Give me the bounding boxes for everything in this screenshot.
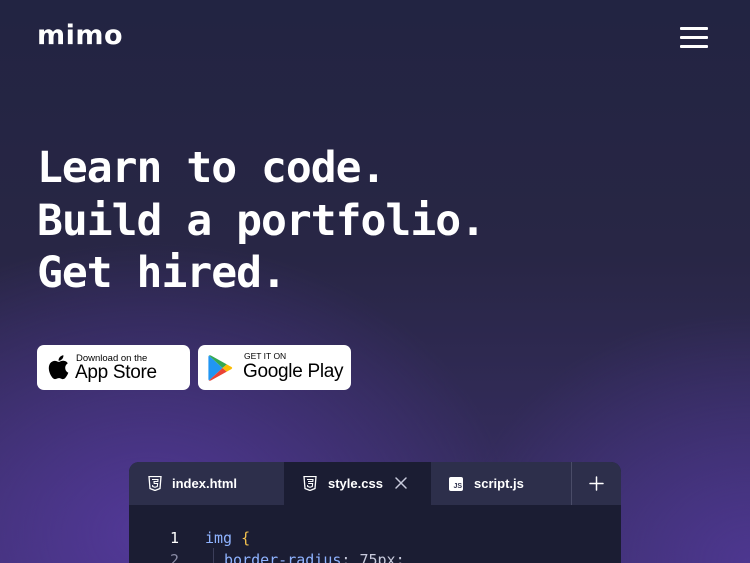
hero-heading: Learn to code. Build a portfolio. Get hi… bbox=[37, 142, 486, 300]
apple-logo-icon bbox=[48, 355, 69, 380]
google-play-big-text: Google Play bbox=[243, 361, 344, 382]
app-store-big-text: App Store bbox=[75, 362, 157, 383]
tab-label: index.html bbox=[172, 476, 238, 491]
tab-script-js[interactable]: JS script.js bbox=[431, 462, 571, 505]
colon: : bbox=[341, 551, 351, 563]
tab-style-css[interactable]: style.css bbox=[284, 462, 431, 505]
menu-bar bbox=[680, 45, 708, 48]
css-selector: img bbox=[205, 529, 233, 547]
google-play-logo-icon bbox=[208, 355, 233, 381]
indent-guide bbox=[213, 548, 214, 563]
line-number: 2 bbox=[169, 551, 179, 563]
css3-icon bbox=[303, 476, 317, 491]
editor-tab-bar: index.html style.css JS script.js bbox=[129, 462, 621, 505]
hamburger-menu-icon[interactable] bbox=[678, 26, 710, 50]
css-property: border-radius bbox=[224, 551, 342, 563]
menu-bar bbox=[680, 27, 708, 30]
hero-line: Get hired. bbox=[37, 248, 287, 298]
code-text: border-radius: 75px; bbox=[224, 551, 405, 563]
css-value: 75px; bbox=[359, 551, 405, 563]
open-brace: { bbox=[241, 529, 251, 547]
add-tab-button[interactable] bbox=[572, 462, 621, 505]
html5-icon bbox=[148, 476, 162, 491]
code-text: img { bbox=[205, 529, 250, 547]
tab-index-html[interactable]: index.html bbox=[129, 462, 284, 505]
close-icon[interactable] bbox=[393, 475, 409, 491]
tab-label: style.css bbox=[328, 476, 383, 491]
mimo-logo[interactable]: mimo bbox=[37, 20, 123, 52]
js-file-icon: JS bbox=[449, 477, 463, 491]
hero-line: Build a portfolio. bbox=[37, 195, 486, 246]
code-editor-preview: index.html style.css JS script.js 1 img … bbox=[129, 462, 621, 563]
hero-line: Learn to code. bbox=[37, 143, 386, 193]
app-store-badge[interactable]: Download on the App Store bbox=[37, 345, 190, 390]
google-play-badge[interactable]: GET IT ON Google Play bbox=[198, 345, 351, 390]
js-icon-text: JS bbox=[453, 483, 462, 490]
menu-bar bbox=[680, 36, 708, 39]
line-number: 1 bbox=[169, 529, 179, 547]
tab-label: script.js bbox=[474, 476, 524, 491]
plus-icon bbox=[589, 476, 604, 491]
